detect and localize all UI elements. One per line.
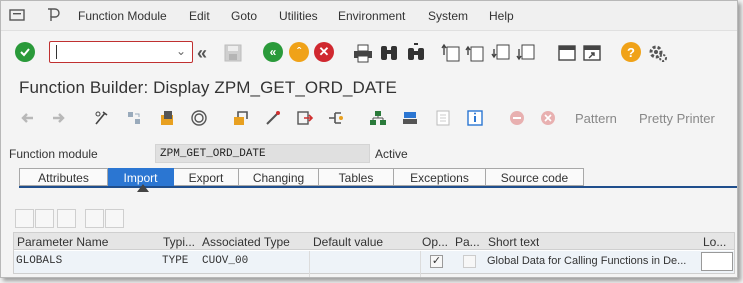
parameter-table: Parameter Name Typi... Associated Type D…	[13, 232, 735, 277]
table-header: Parameter Name Typi... Associated Type D…	[14, 233, 734, 250]
mouse-pointer	[137, 184, 149, 192]
column-divider	[309, 251, 310, 277]
close-icon: ✕	[318, 44, 330, 59]
test-icon[interactable]	[401, 109, 419, 127]
tab-export[interactable]: Export	[174, 168, 239, 186]
enter-button[interactable]	[15, 42, 35, 62]
menu-utilities[interactable]: Utilities	[279, 9, 318, 23]
exit-button[interactable]: ˆ	[289, 42, 309, 62]
typing-cell[interactable]: TYPE	[162, 255, 188, 267]
table-row[interactable]: GLOBALS TYPE CUOV_00 ✓ Global Data for C…	[14, 251, 734, 277]
help-icon: ?	[627, 44, 635, 60]
menu-edit[interactable]: Edit	[189, 9, 210, 23]
navigation-icon[interactable]	[326, 109, 344, 127]
parameter-name-cell[interactable]: GLOBALS	[16, 255, 62, 267]
find-next-icon[interactable]	[405, 43, 427, 63]
tab-tables[interactable]: Tables	[319, 168, 394, 186]
short-text-cell[interactable]: Global Data for Calling Functions in De.…	[487, 255, 699, 267]
col-associated-type[interactable]: Associated Type	[202, 235, 290, 249]
status-label: Active	[375, 147, 408, 161]
column-divider	[420, 251, 421, 277]
print-icon[interactable]	[352, 43, 374, 63]
col-short-text[interactable]: Short text	[488, 235, 539, 249]
function-module-label: Function module	[9, 147, 98, 161]
back-arrow-icon[interactable]	[19, 109, 37, 127]
help-button[interactable]: ?	[621, 42, 641, 62]
col-typing[interactable]: Typi...	[163, 235, 195, 249]
double-chevron-left-icon[interactable]: «	[197, 43, 207, 64]
pass-value-checkbox[interactable]	[463, 255, 476, 268]
tab-source-code[interactable]: Source code	[486, 168, 584, 186]
gear-icon[interactable]	[647, 42, 669, 64]
check-icon	[20, 48, 30, 57]
menu-environment[interactable]: Environment	[338, 9, 405, 23]
back-icon: «	[269, 45, 277, 59]
display-change-icon[interactable]	[93, 109, 111, 127]
long-text-button[interactable]	[701, 252, 733, 271]
command-field[interactable]: ⌄	[49, 41, 193, 63]
previous-page-icon[interactable]	[465, 43, 485, 63]
pretty-printer-button[interactable]: Pretty Printer	[639, 111, 715, 126]
text-caret	[56, 45, 57, 59]
active-inactive-icon[interactable]	[125, 109, 143, 127]
new-session-icon[interactable]	[557, 43, 577, 63]
pattern-button[interactable]: Pattern	[575, 111, 617, 126]
col-long-text[interactable]: Lo...	[703, 235, 726, 249]
activate-icon[interactable]	[190, 109, 208, 127]
tab-changing[interactable]: Changing	[239, 168, 319, 186]
menu-help[interactable]: Help	[489, 9, 514, 23]
col-optional[interactable]: Op...	[422, 235, 448, 249]
delete-breakpoint-icon[interactable]	[539, 109, 557, 127]
information-icon[interactable]	[466, 109, 484, 127]
insert-row-icon[interactable]	[85, 209, 104, 228]
optional-checkbox[interactable]: ✓	[430, 255, 443, 268]
back-button[interactable]: «	[263, 42, 283, 62]
find-icon[interactable]	[378, 43, 400, 63]
menu-system[interactable]: System	[428, 9, 468, 23]
delete-row-icon[interactable]	[105, 209, 124, 228]
tab-exceptions[interactable]: Exceptions	[394, 168, 486, 186]
where-used-icon[interactable]	[232, 109, 250, 127]
first-page-icon[interactable]	[441, 43, 461, 63]
check-syntax-icon[interactable]	[158, 109, 176, 127]
shortcut-icon[interactable]	[582, 43, 602, 63]
hierarchy-icon[interactable]	[369, 109, 387, 127]
forward-arrow-icon[interactable]	[49, 109, 67, 127]
save-button[interactable]	[223, 44, 243, 62]
tab-strip: Attributes Import Export Changing Tables…	[19, 168, 584, 186]
menu-icon[interactable]	[9, 7, 25, 23]
menu-function-module[interactable]: Function Module	[78, 9, 167, 23]
document-icon[interactable]	[434, 109, 452, 127]
cut-row-icon[interactable]	[15, 209, 34, 228]
page-title: Function Builder: Display ZPM_GET_ORD_DA…	[19, 78, 398, 97]
menu-bar: Function Module Edit Goto Utilities Envi…	[1, 1, 737, 31]
col-default-value[interactable]: Default value	[313, 235, 383, 249]
tab-underline	[19, 186, 737, 188]
last-page-icon[interactable]	[516, 43, 536, 63]
col-parameter-name[interactable]: Parameter Name	[17, 235, 108, 249]
magic-wand-icon[interactable]	[264, 109, 282, 127]
object-list-icon[interactable]	[296, 109, 314, 127]
col-pass-value[interactable]: Pa...	[455, 235, 480, 249]
set-breakpoint-icon[interactable]	[508, 109, 526, 127]
paste-row-icon[interactable]	[57, 209, 76, 228]
function-module-field: ZPM_GET_ORD_DATE	[155, 144, 370, 163]
associated-type-cell[interactable]: CUOV_00	[202, 255, 248, 267]
cancel-button[interactable]: ✕	[314, 42, 334, 62]
sap-window: Function Module Edit Goto Utilities Envi…	[0, 0, 738, 278]
next-page-icon[interactable]	[491, 43, 511, 63]
chevron-down-icon[interactable]: ⌄	[176, 44, 186, 58]
menu-goto[interactable]: Goto	[231, 9, 257, 23]
copy-row-icon[interactable]	[35, 209, 54, 228]
tab-attributes[interactable]: Attributes	[19, 168, 108, 186]
exit-icon: ˆ	[297, 45, 301, 59]
sap-logo-icon[interactable]	[45, 7, 61, 23]
